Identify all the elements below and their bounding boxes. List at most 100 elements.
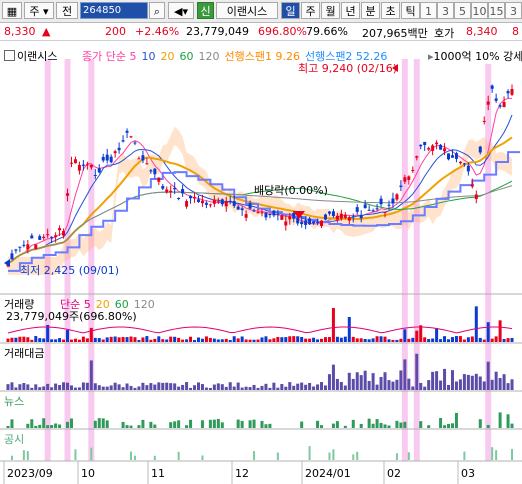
volume-bar (300, 336, 304, 342)
volume-bar (212, 338, 216, 342)
candle-body (101, 156, 105, 161)
change-amount: 200 (105, 25, 126, 38)
news-bar (101, 418, 105, 428)
volume-bar (62, 339, 66, 342)
amount-bar (236, 382, 240, 390)
amount-bar (18, 384, 22, 390)
amount-bar (85, 382, 89, 390)
minute-tab-1[interactable]: 3 (437, 2, 454, 19)
amount-bar (431, 371, 435, 390)
volume-bar (109, 336, 113, 342)
amount-bar (383, 372, 387, 390)
candle-body (415, 156, 419, 158)
volume-bar (379, 336, 383, 342)
volume-bar (240, 336, 244, 342)
volume-bar (216, 339, 220, 342)
amount-bar (316, 384, 320, 390)
disclosure-bar (253, 451, 256, 460)
volume-bar (327, 337, 331, 342)
disclosure-panel-title: 공시 (4, 433, 25, 446)
candle-body (510, 88, 514, 95)
volume-bar (363, 338, 367, 342)
candle-body (149, 170, 153, 172)
amount-bar (458, 379, 462, 390)
indicator-badge[interactable]: 신 (197, 2, 214, 19)
news-bar (260, 420, 264, 428)
amount-bar (189, 387, 193, 390)
amount-bar (399, 370, 403, 390)
amount-bar (272, 382, 276, 390)
volume-bar (427, 339, 431, 342)
period-tab-4[interactable]: 분 (361, 2, 380, 19)
minute-tab-3[interactable]: 10 (471, 2, 488, 19)
news-bar (38, 424, 42, 428)
market-button[interactable]: 전 (56, 2, 78, 19)
period-tab-3[interactable]: 년 (341, 2, 360, 19)
volume-bar (232, 336, 236, 342)
candle-body (506, 91, 510, 94)
volume-bar (443, 336, 447, 342)
amount-bar (46, 383, 50, 390)
news-bar (395, 420, 399, 428)
volume-bar (320, 338, 324, 342)
news-bar (343, 425, 347, 428)
candle-body (157, 177, 161, 182)
candle-body (391, 198, 395, 204)
disclosure-bar (395, 453, 398, 460)
grid-icon[interactable]: ▦ (2, 2, 22, 19)
amount-bar (105, 386, 109, 390)
stock-code-input[interactable]: 264850 (80, 2, 148, 19)
amount-bar (462, 374, 466, 390)
candle-body (359, 214, 363, 219)
news-bar (26, 423, 30, 428)
candle-body (81, 164, 85, 166)
news-bar (486, 424, 490, 428)
candle-body (181, 188, 185, 194)
minute-tab-2[interactable]: 5 (454, 2, 471, 19)
search-icon[interactable]: ⌕ (149, 2, 165, 19)
period-tab-2[interactable]: 월 (321, 2, 340, 19)
amount-bar (200, 384, 204, 390)
minute-tab-0[interactable]: 1 (420, 2, 437, 19)
period-tab-5[interactable]: 초 (381, 2, 400, 19)
highlight-bands (44, 59, 492, 461)
indicator-name[interactable]: 이랜시스 (216, 2, 278, 19)
market-type-select[interactable]: 주 ▾ (24, 2, 54, 19)
news-bar (351, 419, 355, 428)
candle-body (276, 213, 280, 215)
volume-bar (407, 338, 411, 342)
volume-bar (85, 338, 89, 342)
amount-bar (470, 375, 474, 390)
speaker-icon[interactable]: ◀▾ (168, 2, 194, 19)
candle-body (248, 203, 252, 209)
minute-tab-4[interactable]: 15 (488, 2, 505, 19)
candle-body (133, 142, 137, 144)
period-tab-6[interactable]: 틱 (401, 2, 420, 19)
news-bar (153, 424, 157, 428)
volume-bar (371, 338, 375, 342)
news-bar (331, 423, 335, 428)
period-tab-0[interactable]: 일 (281, 2, 300, 19)
amount-bar (466, 374, 470, 390)
period-tab-1[interactable]: 주 (301, 2, 320, 19)
checkbox-icon[interactable] (4, 50, 15, 61)
news-bar (6, 425, 10, 428)
candle-body (165, 189, 169, 193)
volume-bar (22, 336, 26, 342)
candle-body (323, 214, 327, 220)
disclosure-bar (276, 452, 279, 460)
minute-tab-5[interactable]: 3 (505, 2, 522, 19)
volume-bar (347, 316, 351, 342)
candle-body (470, 184, 474, 187)
volume-legend-item: 120 (133, 298, 155, 311)
news-bar (125, 425, 129, 428)
volume-bar (431, 338, 435, 342)
amount-bar (450, 370, 454, 390)
disclosure-bar (130, 451, 133, 460)
quote-bar: 8,330 ▲ 200 +2.46% 23,779,049 696.80% 79… (0, 23, 522, 41)
price-legend-item: 120 (198, 50, 220, 63)
candle-body (18, 246, 22, 248)
candle-body (300, 221, 304, 225)
news-bar (427, 425, 431, 428)
candle-body (339, 213, 343, 219)
